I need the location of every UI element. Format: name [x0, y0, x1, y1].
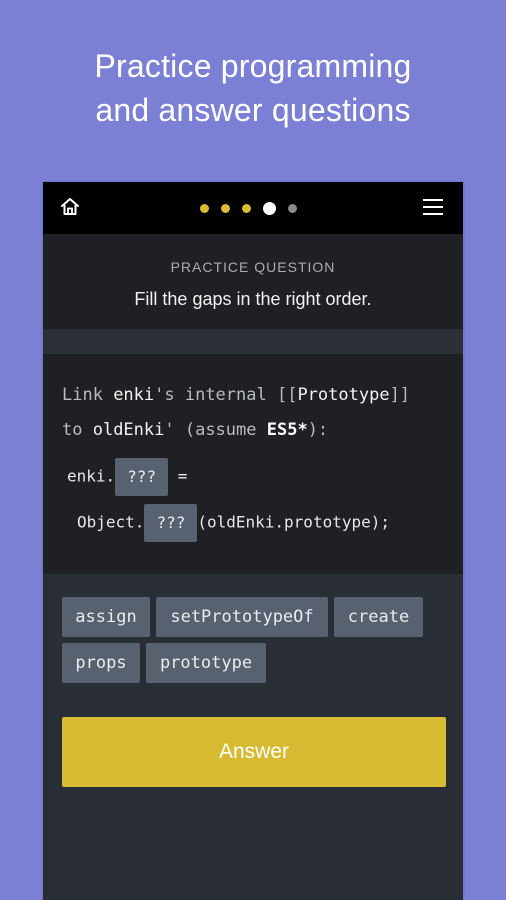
choice-chip-assign[interactable]: assign: [62, 597, 150, 637]
progress-dot-remaining: [288, 203, 297, 213]
choice-chip-create[interactable]: create: [334, 597, 423, 637]
progress-dot-completed: [242, 203, 251, 213]
question-label: PRACTICE QUESTION: [170, 259, 336, 275]
question-text: Fill the gaps in the right order.: [134, 289, 372, 309]
answer-gap-1[interactable]: ???: [115, 458, 169, 496]
hamburger-menu-icon[interactable]: [423, 198, 443, 216]
progress-dot-completed: [221, 203, 230, 213]
top-bar: [43, 182, 463, 234]
choice-chip-props[interactable]: props: [62, 643, 140, 683]
divider-band: [43, 329, 463, 354]
code-line-1: Link enki's internal [[Prototype]]: [62, 385, 411, 405]
headline: Practice programming and answer question…: [0, 44, 506, 132]
answer-gap-2[interactable]: ???: [144, 504, 198, 542]
code-panel: Link enki's internal [[Prototype]] to ol…: [43, 354, 463, 574]
progress-dot-completed: [200, 203, 209, 213]
answer-button[interactable]: Answer: [62, 717, 446, 787]
choice-chip-prototype[interactable]: prototype: [146, 643, 266, 683]
code-line-4: Object.??? (oldEnki.prototype);: [77, 504, 390, 542]
choice-chip-setprototypeof[interactable]: setPrototypeOf: [156, 597, 328, 637]
home-icon[interactable]: [59, 196, 81, 218]
headline-line-1: Practice programming: [94, 48, 412, 84]
question-header: PRACTICE QUESTION Fill the gaps in the r…: [43, 234, 463, 329]
progress-indicator: [200, 201, 297, 215]
app-screen: PRACTICE QUESTION Fill the gaps in the r…: [43, 182, 463, 900]
code-line-2: to oldEnki' (assume ES5*):: [62, 420, 329, 440]
progress-dot-current: [263, 201, 276, 215]
headline-line-2: and answer questions: [95, 92, 411, 128]
code-line-3: enki.??? =: [67, 458, 187, 496]
